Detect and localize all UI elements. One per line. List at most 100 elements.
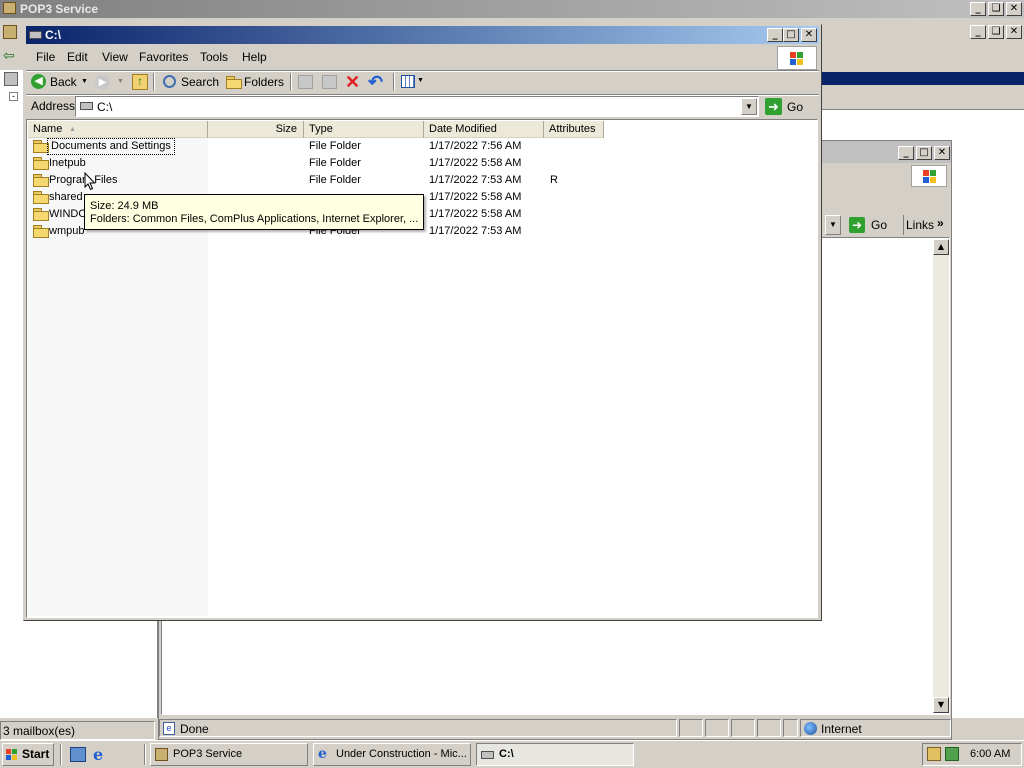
explorer-titlebar[interactable]: C:\ _ □ ✕ xyxy=(26,26,819,44)
ie-maximize-button[interactable]: □ xyxy=(916,146,932,160)
taskbar-button-explorer[interactable]: C:\ xyxy=(476,743,634,766)
column-header-size[interactable]: Size xyxy=(208,121,304,138)
address-label: Address xyxy=(31,99,76,113)
ie-links-button[interactable]: Links » xyxy=(903,215,950,235)
search-icon xyxy=(163,75,176,88)
mmc-back-icon[interactable]: ⇦ xyxy=(3,48,19,62)
address-field[interactable]: C:\ xyxy=(75,96,759,117)
tray-security-icon[interactable] xyxy=(945,747,959,761)
column-header-attributes[interactable]: Attributes xyxy=(544,121,604,138)
mmc-console-icon[interactable] xyxy=(3,25,17,39)
item-date: 1/17/2022 7:53 AM xyxy=(429,225,522,237)
views-icon xyxy=(401,75,415,88)
pop3-title: POP3 Service xyxy=(20,2,99,16)
column-header-type[interactable]: Type xyxy=(304,121,424,138)
folder-icon xyxy=(33,157,49,170)
ie-links-chevron-icon: » xyxy=(937,216,944,230)
quicklaunch-desktop-icon[interactable] xyxy=(70,747,86,762)
internet-zone-icon xyxy=(804,722,817,735)
column-header-name[interactable]: Name ▲ xyxy=(28,121,208,138)
pop3-app-icon xyxy=(3,2,16,14)
quicklaunch-ie-icon[interactable]: e xyxy=(93,746,110,763)
item-name: Inetpub xyxy=(49,157,86,169)
tooltip-folders: Folders: Common Files, ComPlus Applicati… xyxy=(90,213,419,225)
explorer-maximize-button[interactable]: □ xyxy=(783,28,799,42)
folder-icon xyxy=(33,140,49,153)
ie-go-icon: ➜ xyxy=(849,217,865,233)
delete-icon[interactable]: ✕ xyxy=(345,72,360,92)
taskbar-pop3-icon xyxy=(155,748,168,761)
menu-help[interactable]: Help xyxy=(242,50,267,64)
ie-scrollbar[interactable]: ▲ ▼ xyxy=(933,239,949,713)
start-label: Start xyxy=(22,747,50,761)
mmc-header-band-light xyxy=(820,96,1024,110)
forward-icon[interactable]: ▶ xyxy=(95,75,110,90)
ie-go-button[interactable]: ➜ Go xyxy=(847,215,897,235)
start-windows-icon xyxy=(6,749,18,761)
taskbar-drive-icon xyxy=(481,751,494,759)
pop3-minimize-button[interactable]: _ xyxy=(970,2,986,16)
ie-scroll-down-button[interactable]: ▼ xyxy=(933,697,949,713)
taskbar-button-pop3[interactable]: POP3 Service xyxy=(150,743,308,766)
ie-close-button[interactable]: ✕ xyxy=(934,146,950,160)
list-item-program-files[interactable]: Program Files File Folder 1/17/2022 7:53… xyxy=(32,172,602,189)
mmc-restore-button[interactable]: ❏ xyxy=(988,25,1004,39)
back-dropdown-icon[interactable]: ▼ xyxy=(81,78,88,85)
up-folder-icon[interactable]: ↑ xyxy=(132,74,148,90)
mmc-minimize-button[interactable]: _ xyxy=(970,25,986,39)
mmc-header-band xyxy=(820,72,1024,85)
ie-minimize-button[interactable]: _ xyxy=(898,146,914,160)
back-icon: ◀ xyxy=(31,74,46,89)
folders-label: Folders xyxy=(244,75,285,89)
mmc-close-button[interactable]: ✕ xyxy=(1006,25,1022,39)
move-to-icon[interactable] xyxy=(298,75,313,89)
explorer-minimize-button[interactable]: _ xyxy=(767,28,783,42)
list-item-inetpub[interactable]: Inetpub File Folder 1/17/2022 5:58 AM xyxy=(32,155,602,172)
tree-server-icon xyxy=(4,72,18,86)
list-item-documents-and-settings[interactable]: Documents and Settings File Folder 1/17/… xyxy=(32,138,602,155)
system-tray: 6:00 AM xyxy=(922,743,1022,766)
explorer-close-button[interactable]: ✕ xyxy=(801,28,817,42)
menu-file[interactable]: File xyxy=(36,50,55,64)
pop3-close-button[interactable]: ✕ xyxy=(1006,2,1022,16)
menu-view[interactable]: View xyxy=(102,50,128,64)
tray-clock[interactable]: 6:00 AM xyxy=(970,748,1010,760)
address-value: C:\ xyxy=(97,100,113,114)
item-name: WINDO xyxy=(49,208,87,220)
drive-icon xyxy=(29,31,42,39)
item-name: shared xyxy=(49,191,83,203)
folder-icon xyxy=(33,208,49,221)
tree-collapse-icon[interactable]: - xyxy=(9,92,18,101)
folders-icon xyxy=(226,76,242,90)
menu-edit[interactable]: Edit xyxy=(67,50,88,64)
pop3-titlebar[interactable]: POP3 Service _ ❏ ✕ xyxy=(0,0,1024,18)
address-drive-icon xyxy=(80,102,93,110)
ie-scroll-up-button[interactable]: ▲ xyxy=(933,239,949,255)
ie-page-icon: e xyxy=(163,722,175,735)
shared-folder-icon xyxy=(33,191,49,204)
start-button[interactable]: Start xyxy=(2,743,54,766)
pop3-restore-button[interactable]: ❏ xyxy=(988,2,1004,16)
item-type: File Folder xyxy=(309,140,361,152)
menu-tools[interactable]: Tools xyxy=(200,50,228,64)
forward-dropdown-icon[interactable]: ▼ xyxy=(117,78,124,85)
search-label: Search xyxy=(181,75,220,89)
item-attributes: R xyxy=(550,174,558,186)
menu-favorites[interactable]: Favorites xyxy=(139,50,188,64)
views-button[interactable]: ▼ xyxy=(399,73,425,91)
mouse-cursor-icon xyxy=(84,172,96,191)
item-name: wmpub xyxy=(49,225,85,237)
item-date: 1/17/2022 5:58 AM xyxy=(429,208,522,220)
copy-to-icon[interactable] xyxy=(322,75,337,89)
sort-ascending-icon: ▲ xyxy=(69,126,76,133)
tray-network-icon[interactable] xyxy=(927,747,941,761)
go-label: Go xyxy=(787,100,804,114)
item-type: File Folder xyxy=(309,157,361,169)
taskbar-button-ie[interactable]: e Under Construction - Mic... xyxy=(313,743,471,766)
item-date: 1/17/2022 5:58 AM xyxy=(429,157,522,169)
go-button[interactable]: ➜ Go xyxy=(763,96,817,117)
ie-address-dropdown-button[interactable]: ▼ xyxy=(825,215,841,235)
column-header-date-modified[interactable]: Date Modified xyxy=(424,121,544,138)
undo-icon[interactable]: ↶ xyxy=(368,72,383,92)
address-dropdown-button[interactable]: ▼ xyxy=(741,98,757,115)
